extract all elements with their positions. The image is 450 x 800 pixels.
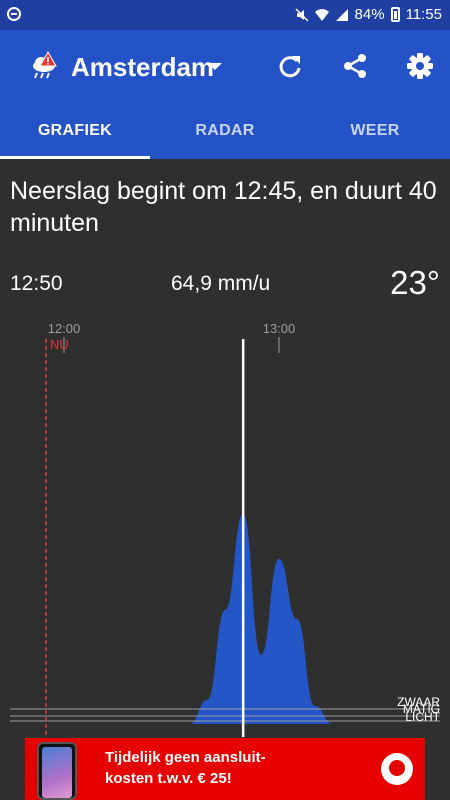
ad-banner[interactable]: Tijdelijk geen aansluit- kosten t.w.v. €… — [0, 737, 450, 800]
status-bar: 84% 11:55 — [0, 0, 450, 30]
battery-percent: 84% — [354, 6, 385, 23]
city-name[interactable]: Amsterdam — [71, 52, 214, 83]
temperature: 23° — [390, 264, 440, 301]
ad-line-1: Tijdelijk geen aansluit- — [105, 749, 266, 766]
tab-radar[interactable]: RADAR — [150, 102, 300, 159]
vodafone-logo-icon — [381, 753, 413, 785]
app-bar: Amsterdam — [0, 30, 450, 102]
do-not-disturb-icon — [7, 7, 21, 21]
x-tick-label: 13:00 — [263, 321, 296, 336]
ad-line-2: kosten t.w.v. € 25! — [105, 770, 232, 787]
intensity-label-licht: LICHT — [405, 710, 440, 724]
cursor-rate: 64,9 mm/u — [171, 272, 271, 295]
battery-icon — [390, 7, 400, 22]
wifi-icon — [314, 8, 329, 21]
tab-bar: GRAFIEK RADAR WEER — [0, 102, 450, 159]
refresh-icon[interactable] — [276, 52, 304, 80]
precipitation-chart[interactable]: 12:00 13:00NUZWAARMATIGLICHT — [0, 309, 450, 737]
ad-content[interactable]: Tijdelijk geen aansluit- kosten t.w.v. €… — [25, 738, 425, 800]
share-icon[interactable] — [341, 52, 369, 80]
phone-image — [37, 742, 77, 800]
precipitation-area — [64, 514, 351, 724]
precipitation-headline: Neerslag begint om 12:45, en duurt 40 mi… — [10, 177, 437, 237]
now-label: NU — [50, 337, 69, 352]
ad-text: Tijdelijk geen aansluit- kosten t.w.v. €… — [105, 747, 266, 789]
chevron-down-icon[interactable] — [208, 63, 222, 70]
mute-icon — [295, 7, 309, 22]
weather-warning-icon — [33, 50, 57, 79]
x-tick-label: 12:00 — [48, 321, 81, 336]
clock: 11:55 — [405, 6, 442, 23]
cursor-time: 12:50 — [10, 272, 63, 295]
signal-icon — [335, 8, 348, 21]
forecast-panel: Neerslag begint om 12:45, en duurt 40 mi… — [0, 159, 450, 737]
settings-icon[interactable] — [406, 52, 434, 80]
tab-grafiek[interactable]: GRAFIEK — [0, 102, 150, 159]
tab-weer[interactable]: WEER — [300, 102, 450, 159]
status-bar-right: 84% 11:55 — [295, 6, 442, 23]
